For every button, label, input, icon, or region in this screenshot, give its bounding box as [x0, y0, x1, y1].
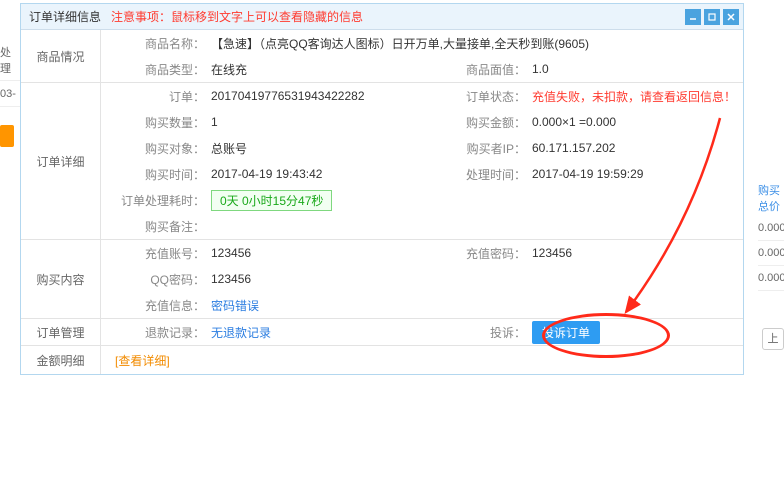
- product-face: 1.0: [532, 62, 743, 76]
- label: 商品类型：: [101, 61, 211, 78]
- section-label: 订单详细: [21, 83, 101, 239]
- section-recharge: 购买内容 充值账号：123456 充值密码：123456 QQ密码：123456…: [21, 240, 743, 319]
- label: 购买者IP：: [422, 140, 532, 157]
- label: 购买备注：: [101, 218, 211, 235]
- bg-val: 0.000: [758, 266, 784, 291]
- section-label: 金额明细: [21, 346, 101, 374]
- maximize-button[interactable]: [704, 9, 720, 25]
- label: 购买金额：: [422, 114, 532, 131]
- label: 购买时间：: [101, 166, 211, 183]
- section-label: 商品情况: [21, 30, 101, 82]
- recharge-acct: 123456: [211, 246, 422, 260]
- order-status: 充值失败，未扣款，请查看返回信息！: [532, 88, 743, 105]
- titlebar: 订单详细信息 注意事项：鼠标移到文字上可以查看隐藏的信息: [21, 4, 743, 30]
- product-name: 【急速】（点亮QQ客询达人图标）日开万单,大量接单,全天秒到账(9605): [211, 35, 743, 52]
- order-duration: 0天 0小时15分47秒: [211, 190, 332, 211]
- label: 购买对象：: [101, 140, 211, 157]
- label: QQ密码：: [101, 271, 211, 288]
- bg-row: 03-: [0, 81, 20, 107]
- bg-row: 处理: [0, 40, 20, 81]
- section-label: 购买内容: [21, 240, 101, 318]
- label: 充值账号：: [101, 245, 211, 262]
- section-order: 订单详细 订单：201704197765319434222​82 订单状态：充值…: [21, 83, 743, 240]
- dialog-title: 订单详细信息: [29, 8, 101, 25]
- label: 订单处理耗时：: [101, 192, 211, 209]
- label: 商品名称：: [101, 35, 211, 52]
- bg-val: 0.000: [758, 216, 784, 241]
- recharge-qq: 123456: [211, 272, 743, 286]
- bg-val: 0.000: [758, 241, 784, 266]
- section-product: 商品情况 商品名称： 【急速】（点亮QQ客询达人图标）日开万单,大量接单,全天秒…: [21, 30, 743, 83]
- recharge-info: 密码错误: [211, 297, 743, 314]
- order-detail-dialog: 订单详细信息 注意事项：鼠标移到文字上可以查看隐藏的信息 商品情况 商品名称： …: [20, 3, 744, 375]
- recharge-pwd: 123456: [532, 246, 743, 260]
- label: 投诉：: [422, 324, 532, 341]
- complain-button[interactable]: 投诉订单: [532, 321, 600, 344]
- label: 充值密码：: [422, 245, 532, 262]
- label: 订单状态：: [422, 88, 532, 105]
- order-id: 201704197765319434222​82: [211, 89, 422, 103]
- view-detail-link[interactable]: [查看详细]: [115, 352, 170, 369]
- order-qty: 1: [211, 115, 422, 129]
- dialog-notice: 注意事项：鼠标移到文字上可以查看隐藏的信息: [111, 8, 363, 25]
- label: 购买数量：: [101, 114, 211, 131]
- label: 充值信息：: [101, 297, 211, 314]
- minimize-button[interactable]: [685, 9, 701, 25]
- section-amount-detail: 金额明细 [查看详细]: [21, 346, 743, 374]
- section-manage: 订单管理 退款记录：无退款记录 投诉：投诉订单: [21, 319, 743, 346]
- bg-up-button[interactable]: 上: [762, 328, 784, 350]
- order-target: 总账号: [211, 140, 422, 157]
- label: 退款记录：: [101, 324, 211, 341]
- label: 处理时间：: [422, 166, 532, 183]
- section-label: 订单管理: [21, 319, 101, 345]
- order-amount: 0.000×1 =0.000: [532, 115, 743, 129]
- product-type: 在线充: [211, 61, 422, 78]
- label: 订单：: [101, 88, 211, 105]
- close-button[interactable]: [723, 9, 739, 25]
- order-buytime: 2017-04-19 19:43:42: [211, 167, 422, 181]
- bg-orange-tab: [0, 125, 14, 147]
- order-ip: 60.171.157.202: [532, 141, 743, 155]
- refund-record: 无退款记录: [211, 324, 422, 341]
- bg-col-header: 购买总价: [758, 180, 784, 216]
- order-proctime: 2017-04-19 19:59:29: [532, 167, 743, 181]
- label: 商品面值：: [422, 61, 532, 78]
